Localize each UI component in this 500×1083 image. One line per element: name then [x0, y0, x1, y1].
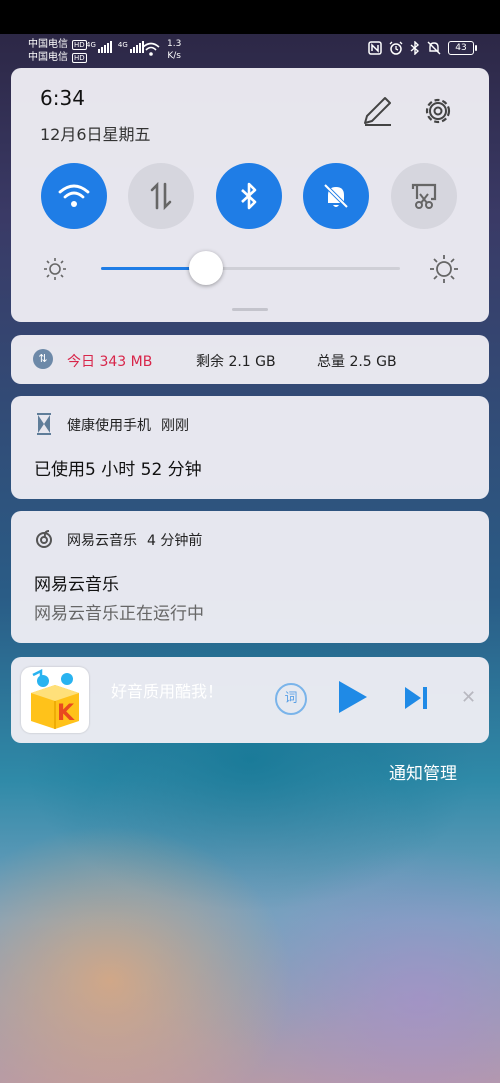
- carrier-1: 中国电信: [28, 39, 68, 50]
- close-icon[interactable]: ✕: [461, 687, 476, 708]
- wifi-status-icon: [142, 42, 160, 56]
- bluetooth-icon: [241, 182, 257, 210]
- hd-badge: HD: [72, 52, 87, 63]
- mobile-data-icon: [150, 181, 172, 211]
- data-today: 今日 343 MB: [67, 354, 153, 370]
- lyrics-button[interactable]: 词: [275, 683, 307, 715]
- status-bar: 中国电信 HD 中国电信 HD 4G 4G 1.3 K/s 43: [0, 36, 500, 66]
- brightness-low-icon: [44, 258, 66, 280]
- alarm-icon: [389, 41, 403, 55]
- bluetooth-toggle[interactable]: [216, 163, 282, 229]
- clock-date: 12月6日星期五: [40, 125, 151, 144]
- quick-settings-panel: 6:34 12月6日星期五: [11, 68, 489, 322]
- notification-body: 已使用5 小时 52 分钟: [34, 460, 202, 480]
- next-track-icon[interactable]: [403, 685, 429, 711]
- cover-letter: K: [57, 701, 75, 726]
- signal-icon: 4G: [86, 41, 112, 53]
- screenshot-toggle[interactable]: [391, 163, 457, 229]
- notification-time: 刚刚: [161, 418, 189, 434]
- mute-status-icon: [427, 41, 441, 55]
- notification-management-link[interactable]: 通知管理: [389, 759, 457, 784]
- wifi-icon: [58, 184, 90, 207]
- clock-time: 6:34: [40, 86, 85, 110]
- data-remaining: 剩余 2.1 GB: [196, 354, 276, 370]
- panel-drag-handle[interactable]: [232, 308, 268, 311]
- top-black-bar: [0, 0, 500, 34]
- player-slogan: 好音质用酷我！: [111, 682, 224, 701]
- mobile-data-toggle[interactable]: [128, 163, 194, 229]
- signal-indicators: 4G 4G: [86, 41, 144, 53]
- mute-toggle[interactable]: [303, 163, 369, 229]
- battery-icon: 43: [448, 41, 477, 55]
- edit-icon[interactable]: [359, 93, 395, 129]
- notification-title: 网易云音乐: [34, 575, 119, 595]
- screenshot-scissors-icon: [411, 183, 437, 209]
- kuwo-app-icon: K: [21, 667, 89, 733]
- brightness-high-icon: [430, 255, 458, 283]
- notification-app-name: 网易云音乐: [67, 533, 137, 549]
- data-total: 总量 2.5 GB: [317, 354, 397, 370]
- signal-icon: 4G: [118, 41, 144, 53]
- notification-time: 4 分钟前: [147, 533, 203, 549]
- kuwo-music-player[interactable]: K 好音质用酷我！ 词 ✕: [11, 657, 489, 743]
- netease-music-icon: [36, 530, 52, 548]
- settings-gear-icon[interactable]: [420, 93, 456, 129]
- network-speed: 1.3 K/s: [167, 39, 182, 61]
- health-notification[interactable]: 健康使用手机 刚刚 已使用5 小时 52 分钟: [11, 396, 489, 499]
- hourglass-icon: [37, 413, 51, 435]
- carrier-2: 中国电信: [28, 52, 68, 63]
- netease-music-notification[interactable]: 网易云音乐 4 分钟前 网易云音乐 网易云音乐正在运行中: [11, 511, 489, 643]
- network-type: 4G: [86, 41, 96, 49]
- notification-text: 网易云音乐正在运行中: [34, 604, 204, 624]
- notification-app-name: 健康使用手机: [67, 418, 151, 434]
- data-usage-icon: ⇅: [33, 349, 53, 369]
- carrier-info: 中国电信 HD 中国电信 HD: [28, 38, 87, 64]
- nfc-icon: [368, 41, 382, 55]
- bell-off-icon: [323, 183, 349, 209]
- network-type: 4G: [117, 41, 128, 49]
- brightness-slider[interactable]: [101, 251, 400, 285]
- data-usage-card[interactable]: ⇅ 今日 343 MB 剩余 2.1 GB 总量 2.5 GB: [11, 335, 489, 384]
- wifi-toggle[interactable]: [41, 163, 107, 229]
- bluetooth-status-icon: [410, 41, 420, 55]
- brightness-slider-thumb[interactable]: [188, 251, 223, 285]
- play-icon[interactable]: [335, 679, 369, 715]
- hd-badge: HD: [72, 39, 87, 50]
